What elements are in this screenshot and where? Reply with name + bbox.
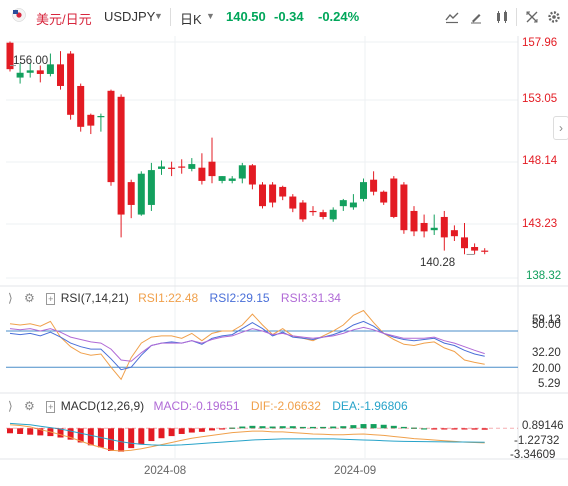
add-indicator-icon[interactable]: + xyxy=(46,401,56,413)
macd-axis-label: 0.89146 xyxy=(522,420,564,432)
candle xyxy=(430,227,438,231)
candle xyxy=(339,200,347,207)
macd-axis-label: -3.34609 xyxy=(510,449,556,461)
candle xyxy=(360,182,367,199)
macd-value: MACD:-0.19651 xyxy=(153,399,240,413)
price-axis-label: 153.05 xyxy=(522,93,558,105)
candle xyxy=(309,210,317,213)
macd-bar xyxy=(178,428,185,434)
candle xyxy=(36,70,44,74)
rsi-axis-label: 32.20 xyxy=(532,347,561,359)
candle xyxy=(97,116,105,118)
rsi-line-rsi3 xyxy=(9,326,485,362)
candle xyxy=(208,161,216,177)
candle xyxy=(329,209,337,220)
candle xyxy=(410,210,418,232)
candle xyxy=(269,184,277,203)
low-price-annotation: 140.28 xyxy=(420,257,456,269)
macd-bar xyxy=(128,428,135,449)
candle xyxy=(238,165,246,179)
candle xyxy=(87,114,95,126)
macd-bar xyxy=(380,424,387,429)
high-price-annotation: 156.00 xyxy=(13,55,49,67)
macd-bar xyxy=(168,428,175,437)
candle xyxy=(259,184,266,207)
macd-bar xyxy=(118,428,125,452)
candle xyxy=(461,237,468,249)
candle xyxy=(137,173,145,215)
candle xyxy=(107,90,115,183)
candle xyxy=(471,246,479,251)
price-axis-label: 138.32 xyxy=(526,270,562,282)
candle xyxy=(218,176,226,181)
rsi-axis-label: 5.29 xyxy=(538,378,561,390)
candle xyxy=(26,70,34,73)
rsi-line-rsi1 xyxy=(9,309,485,381)
candle xyxy=(127,182,135,205)
rsi2-value: RSI2:29.15 xyxy=(209,291,270,305)
macd-bar xyxy=(370,424,377,429)
candle xyxy=(67,53,75,115)
candle xyxy=(380,191,388,203)
candle xyxy=(248,165,256,185)
candle xyxy=(198,167,206,181)
rsi1-value: RSI1:22.48 xyxy=(138,291,199,305)
dif-value: DIF:-2.06632 xyxy=(250,399,321,413)
add-indicator-icon[interactable]: + xyxy=(46,293,56,305)
candle xyxy=(228,178,236,181)
rsi-axis-label: 20.00 xyxy=(532,363,561,375)
candle xyxy=(16,72,24,78)
rsi-axis-label: 50.00 xyxy=(532,319,561,331)
dea-value: DEA:-1.96806 xyxy=(332,399,408,413)
rsi-header: ⟩ ⚙ + RSI(7,14,21) RSI1:22.48 RSI2:29.15… xyxy=(8,291,349,305)
macd-title: MACD(12,26,9) xyxy=(60,399,145,413)
candle xyxy=(289,196,297,209)
settings-icon[interactable]: ⚙ xyxy=(24,399,35,413)
candle xyxy=(400,184,408,231)
candle xyxy=(117,96,125,215)
candle xyxy=(299,202,307,220)
candle xyxy=(168,167,176,169)
candle xyxy=(450,230,458,237)
macd-header: ⟩ ⚙ + MACD(12,26,9) MACD:-0.19651 DIF:-2… xyxy=(8,399,416,413)
candle xyxy=(158,166,165,169)
rsi3-value: RSI3:31.34 xyxy=(280,291,341,305)
collapse-icon[interactable]: ⟩ xyxy=(8,291,13,305)
macd-bar xyxy=(158,428,165,439)
price-chart[interactable] xyxy=(0,0,568,486)
rsi-title: RSI(7,14,21) xyxy=(60,291,129,305)
candle xyxy=(147,170,155,205)
candle xyxy=(77,85,85,127)
candle xyxy=(420,222,428,232)
time-axis-label: 2024-09 xyxy=(334,465,377,477)
scroll-right-button[interactable]: › xyxy=(553,116,568,140)
time-axis-label: 2024-08 xyxy=(144,465,187,477)
candle xyxy=(279,186,287,197)
macd-bar xyxy=(360,424,367,429)
candle xyxy=(370,179,378,192)
candle xyxy=(188,164,196,169)
candle xyxy=(481,250,489,252)
candle xyxy=(390,178,398,217)
settings-icon[interactable]: ⚙ xyxy=(24,291,35,305)
macd-bar xyxy=(148,428,155,442)
collapse-icon[interactable]: ⟩ xyxy=(8,399,13,413)
macd-bar xyxy=(87,428,94,446)
macd-axis-label: -1.22732 xyxy=(514,435,560,447)
macd-bar xyxy=(17,428,24,434)
macd-bar xyxy=(198,428,205,432)
candle xyxy=(57,64,64,86)
candle xyxy=(319,212,327,217)
price-axis-label: 143.23 xyxy=(522,218,558,230)
price-axis-label: 157.96 xyxy=(522,37,558,49)
macd-bar xyxy=(138,428,145,445)
macd-bar xyxy=(7,428,13,434)
macd-bar xyxy=(27,428,34,435)
price-axis-label: 148.14 xyxy=(522,155,558,167)
candle xyxy=(178,166,186,168)
macd-bar xyxy=(188,428,195,433)
candle xyxy=(440,216,448,238)
candle xyxy=(349,202,357,208)
